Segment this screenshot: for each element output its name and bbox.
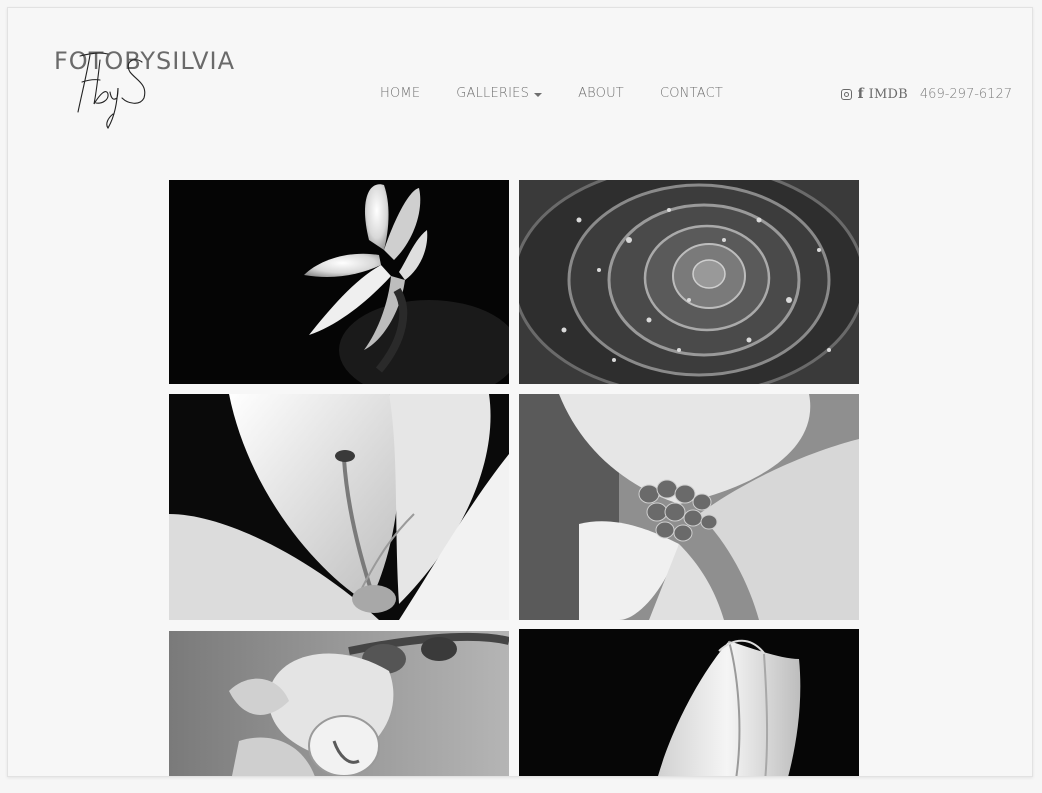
nav-galleries-label: GALLERIES <box>456 86 530 101</box>
gallery-photo-tulip[interactable] <box>519 629 859 776</box>
gallery-photo-orchid[interactable] <box>169 631 509 776</box>
phone-number[interactable]: 469-297-6127 <box>920 87 1012 102</box>
gallery-photo-lily-black[interactable] <box>169 180 509 384</box>
nav-contact-label: CONTACT <box>659 86 723 101</box>
gallery-photo-dogwood[interactable] <box>519 394 859 620</box>
main-nav: HOME GALLERIES ABOUT CONTACT <box>380 86 759 101</box>
nav-home-label: HOME <box>380 86 421 101</box>
nav-galleries[interactable]: GALLERIES <box>456 86 543 101</box>
gallery-photo-lily-closeup[interactable] <box>169 394 509 620</box>
nav-about[interactable]: ABOUT <box>578 86 624 101</box>
nav-home[interactable]: HOME <box>380 86 420 101</box>
facebook-icon[interactable]: f <box>858 86 864 102</box>
signature-logo[interactable] <box>60 48 160 132</box>
nav-contact[interactable]: CONTACT <box>660 86 723 101</box>
social-links: f IMDB 469-297-6127 <box>840 86 1012 102</box>
caret-down-icon <box>534 92 543 97</box>
imdb-link[interactable]: IMDB <box>869 87 908 102</box>
page-frame: FOTOBYSILVIA HOME GALLERIES ABOUT CONTAC… <box>7 7 1033 777</box>
nav-about-label: ABOUT <box>578 86 624 101</box>
instagram-icon[interactable] <box>840 88 852 100</box>
gallery-photo-succulent[interactable] <box>519 180 859 384</box>
